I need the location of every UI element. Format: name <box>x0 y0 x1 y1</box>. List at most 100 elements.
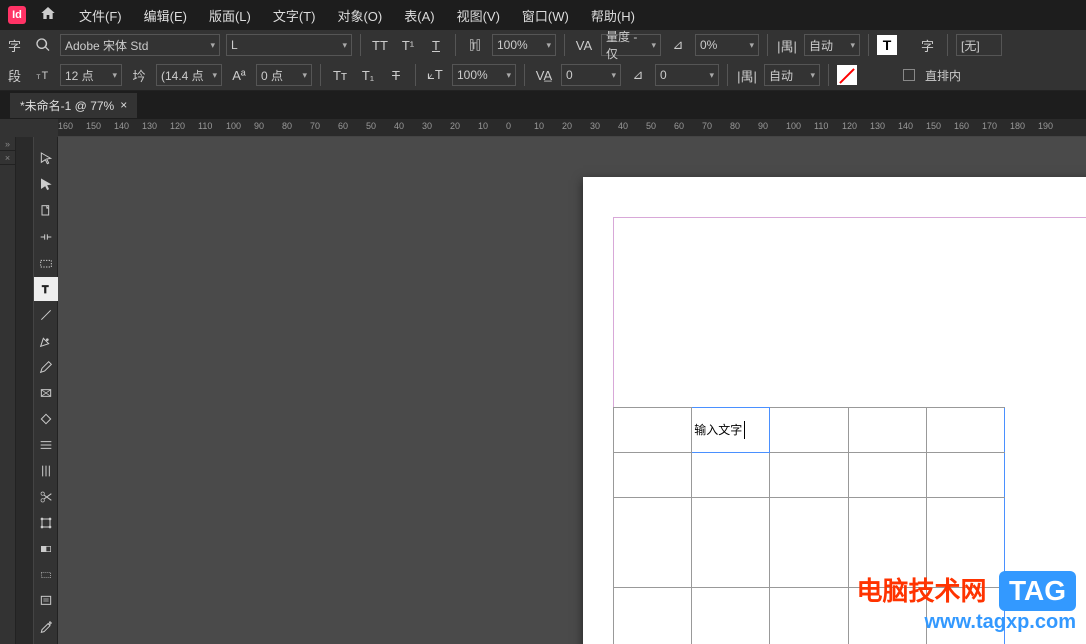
ruler-tick: 40 <box>394 121 404 131</box>
table-cell[interactable] <box>926 408 1004 453</box>
cell-text: 输入文字 <box>692 421 745 439</box>
note-tool[interactable] <box>34 589 58 613</box>
gradient-swatch-tool[interactable] <box>34 537 58 561</box>
table-cell[interactable] <box>614 408 692 453</box>
kern2-dropdown[interactable]: 0▾ <box>561 64 621 86</box>
pencil-tool[interactable] <box>34 355 58 379</box>
gap-tool[interactable] <box>34 225 58 249</box>
table-cell[interactable] <box>614 498 692 588</box>
menu-window[interactable]: 窗口(W) <box>513 6 578 25</box>
ruler-tick: 190 <box>1038 121 1053 131</box>
smallcaps-icon[interactable]: Tᴛ <box>329 64 351 86</box>
table-cell-editing[interactable]: 输入文字 <box>692 408 770 453</box>
font-style-dropdown[interactable]: L▾ <box>226 34 352 56</box>
subscript-icon[interactable]: T₁ <box>357 64 379 86</box>
tools-panel: T <box>34 137 58 644</box>
rectangle-frame-tool[interactable] <box>34 381 58 405</box>
kerning-dropdown[interactable]: 量度 - 仅▾ <box>601 34 661 56</box>
left-panel-collapsed[interactable]: » × <box>0 137 16 644</box>
panel-close-icon[interactable]: × <box>0 151 15 165</box>
eyedropper-tool[interactable] <box>34 615 58 639</box>
menu-help[interactable]: 帮助(H) <box>582 6 644 25</box>
content-collector-tool[interactable] <box>34 251 58 275</box>
font-style-value: L <box>231 38 238 52</box>
app-icon[interactable]: Id <box>8 6 26 24</box>
vertical-label: 直排内 <box>925 67 961 84</box>
menu-file[interactable]: 文件(F) <box>70 6 131 25</box>
document-tab[interactable]: *未命名-1 @ 77% × <box>10 93 137 118</box>
gradient-feather-tool[interactable] <box>34 563 58 587</box>
menu-view[interactable]: 视图(V) <box>448 6 509 25</box>
underline-icon[interactable]: T <box>425 34 447 56</box>
fontsize-icon: TT <box>32 64 54 86</box>
tab-close-icon[interactable]: × <box>120 98 127 112</box>
horizontal-ruler[interactable]: 1601501401301201101009080706050403020100… <box>58 119 1086 137</box>
font-size-dropdown[interactable]: 12 点▾ <box>60 64 122 86</box>
allcaps-icon[interactable]: TT <box>369 34 391 56</box>
home-icon[interactable] <box>40 5 56 26</box>
table-cell[interactable] <box>848 408 926 453</box>
menu-layout[interactable]: 版面(L) <box>200 6 260 25</box>
table-cell[interactable] <box>770 588 848 644</box>
table-cell[interactable] <box>926 453 1004 498</box>
table-cell[interactable] <box>770 498 848 588</box>
page-tool[interactable] <box>34 199 58 223</box>
menu-text[interactable]: 文字(T) <box>264 6 325 25</box>
leading-dropdown[interactable]: (14.4 点▾ <box>156 64 222 86</box>
scale-v-icon: ⟀T <box>424 64 446 86</box>
scale-h-value: 100% <box>497 38 528 52</box>
ruler-tick: 30 <box>422 121 432 131</box>
auto1-dropdown[interactable]: 自动▾ <box>804 34 860 56</box>
pen-tool[interactable] <box>34 329 58 353</box>
kern2-value: 0 <box>566 68 573 82</box>
para-mode-label[interactable]: 字 <box>921 36 939 55</box>
ruler-tick: 80 <box>282 121 292 131</box>
baseline-dropdown[interactable]: 0%▾ <box>695 34 759 56</box>
table-cell[interactable] <box>770 453 848 498</box>
selection-tool[interactable] <box>34 147 58 171</box>
fill-swatch[interactable]: T <box>877 35 897 55</box>
panel-expand-icon[interactable]: » <box>0 137 15 151</box>
para-label[interactable]: 段 <box>8 66 26 85</box>
baseline-shift-dropdown[interactable]: 0 点▾ <box>256 64 312 86</box>
baseline-shift-value: 0 点 <box>261 67 283 84</box>
table-cell[interactable] <box>692 588 770 644</box>
search-font-icon[interactable] <box>32 34 54 56</box>
type-tool[interactable]: T <box>34 277 58 301</box>
ruler-tick: 100 <box>786 121 801 131</box>
vertical-ruler[interactable] <box>16 137 34 644</box>
svg-text:T: T <box>42 284 49 296</box>
style-none-dropdown[interactable]: [无] <box>956 34 1002 56</box>
track2-value: 0 <box>660 68 667 82</box>
menu-edit[interactable]: 编辑(E) <box>135 6 196 25</box>
table-cell[interactable] <box>614 588 692 644</box>
font-family-dropdown[interactable]: Adobe 宋体 Std▾ <box>60 34 220 56</box>
rectangle-tool[interactable] <box>34 407 58 431</box>
canvas[interactable]: 输入文字 <box>58 137 1086 644</box>
table-cell[interactable] <box>848 453 926 498</box>
char-mode-label[interactable]: 字 <box>8 36 26 55</box>
direct-selection-tool[interactable] <box>34 173 58 197</box>
auto2-dropdown[interactable]: 自动▾ <box>764 64 820 86</box>
scale-h-icon: T <box>464 34 486 56</box>
scissors-tool[interactable] <box>34 485 58 509</box>
free-transform-tool[interactable] <box>34 511 58 535</box>
scale-h-dropdown[interactable]: 100%▾ <box>492 34 556 56</box>
menu-object[interactable]: 对象(O) <box>328 6 391 25</box>
menu-table[interactable]: 表(A) <box>395 6 443 25</box>
scale-v-dropdown[interactable]: 100%▾ <box>452 64 516 86</box>
horizontal-grid-tool[interactable] <box>34 433 58 457</box>
table-cell[interactable] <box>692 453 770 498</box>
line-tool[interactable] <box>34 303 58 327</box>
track2-dropdown[interactable]: 0▾ <box>655 64 719 86</box>
stroke-swatch[interactable] <box>837 65 857 85</box>
table-cell[interactable] <box>770 408 848 453</box>
svg-text:T: T <box>471 41 477 51</box>
table-cell[interactable] <box>614 453 692 498</box>
superscript-icon[interactable]: T¹ <box>397 34 419 56</box>
strikethrough-icon[interactable]: T <box>385 64 407 86</box>
vertical-grid-tool[interactable] <box>34 459 58 483</box>
table-cell[interactable] <box>692 498 770 588</box>
font-family-value: Adobe 宋体 Std <box>65 37 148 54</box>
vertical-checkbox[interactable] <box>903 69 915 81</box>
